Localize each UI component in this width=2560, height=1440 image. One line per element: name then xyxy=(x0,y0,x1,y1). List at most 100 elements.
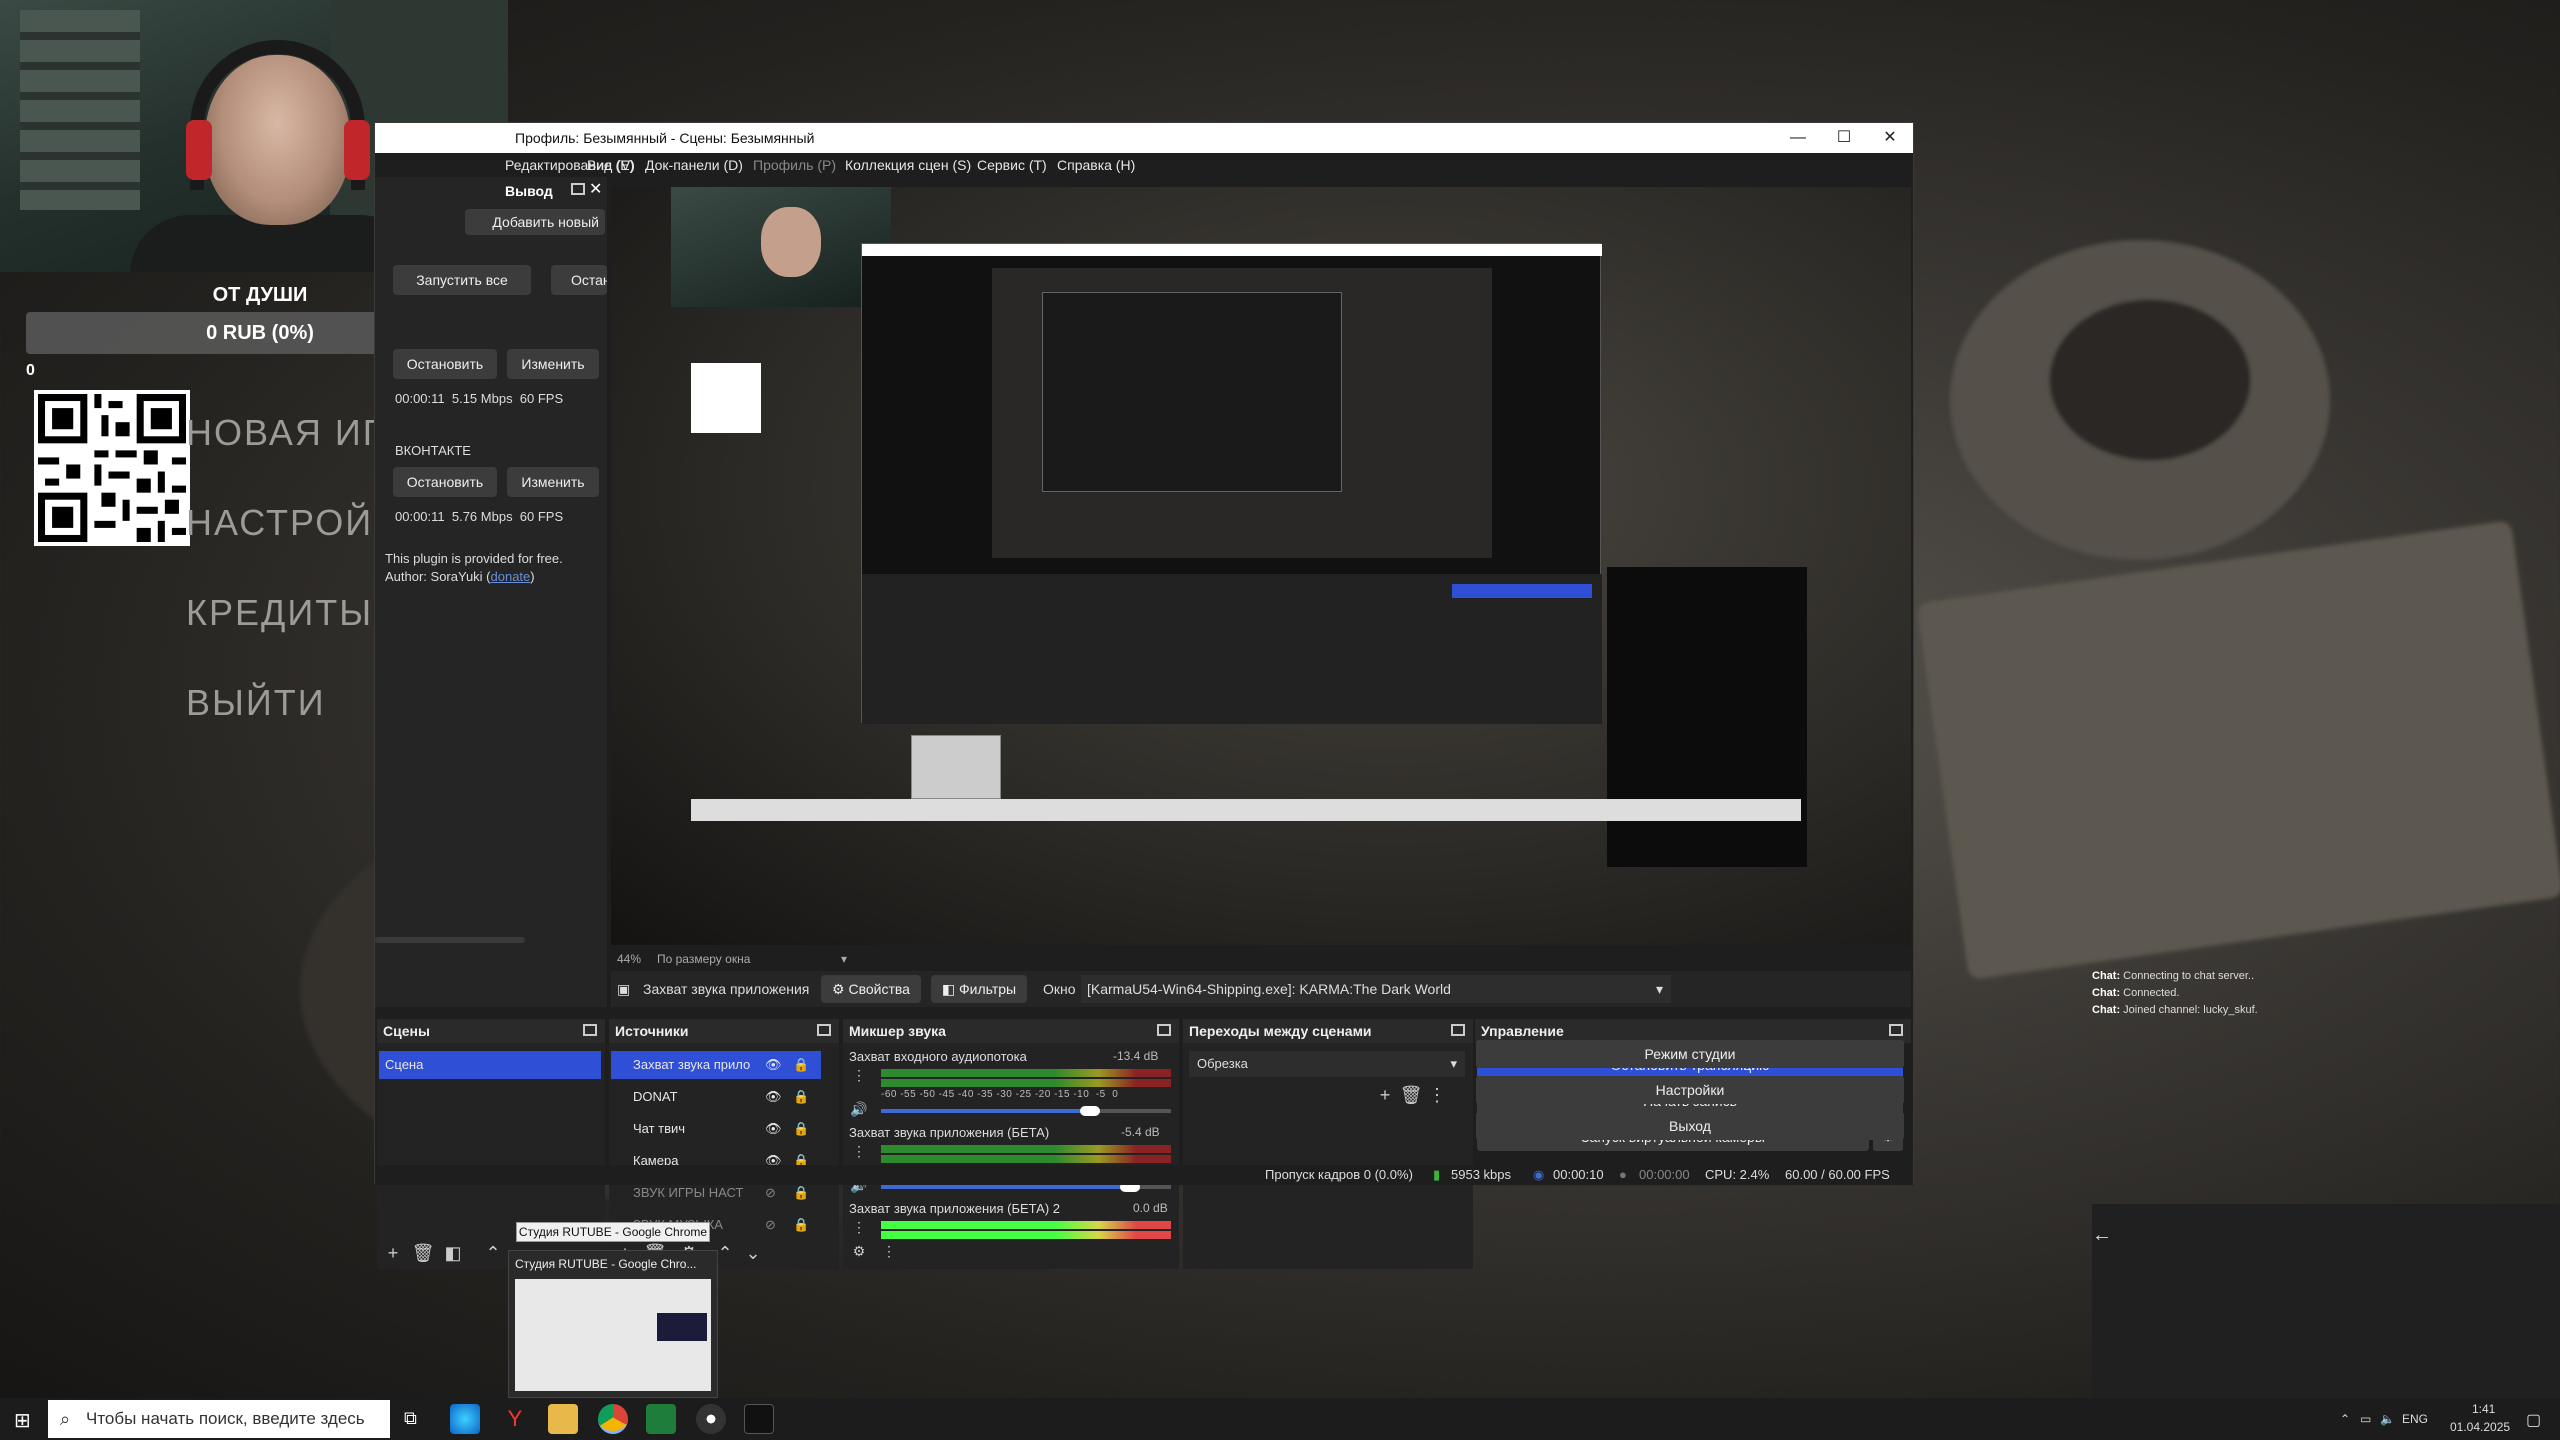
source-item-app-audio[interactable]: Захват звука прило 👁 🔒 xyxy=(611,1051,821,1079)
minimize-button[interactable]: — xyxy=(1775,123,1821,153)
preview-canvas[interactable] xyxy=(611,187,1911,945)
record-icon: ● xyxy=(1619,1167,1627,1182)
window-select[interactable]: [KarmaU54-Win64-Shipping.exe]: KARMA:The… xyxy=(1081,975,1671,1003)
close-dock-icon[interactable]: ✕ xyxy=(589,179,602,199)
float-dock-icon[interactable] xyxy=(1889,1024,1903,1036)
menu-tools[interactable]: Сервис (T) xyxy=(977,153,1047,177)
language-indicator[interactable]: ENG xyxy=(2402,1412,2428,1426)
selected-source-name: Захват звука приложения xyxy=(643,981,810,997)
preview-webcam xyxy=(671,187,891,307)
output1-edit-button[interactable]: Изменить xyxy=(507,349,599,379)
obs-icon[interactable] xyxy=(696,1404,726,1434)
chevron-up-icon[interactable]: ⌃ xyxy=(2340,1412,2350,1426)
stop-all-button[interactable]: Остановить все xyxy=(551,265,607,295)
trash-icon[interactable]: 🗑 xyxy=(411,1243,435,1264)
stream-time: 00:00:10 xyxy=(1553,1167,1604,1182)
chrome-thumbnail[interactable]: Студия RUTUBE - Google Chro... xyxy=(508,1250,718,1398)
chevron-down-icon: ▾ xyxy=(1450,1056,1457,1071)
menu-help[interactable]: Справка (H) xyxy=(1057,153,1135,177)
donate-link[interactable]: donate xyxy=(491,569,531,584)
float-dock-icon[interactable] xyxy=(1157,1024,1171,1036)
audio-mixer-dock: Микшер звука Захват входного аудиопотока… xyxy=(843,1019,1179,1269)
task-view-icon[interactable]: ⧉ xyxy=(404,1408,417,1429)
output-dock: Вывод ✕ Добавить новый вывод Запустить в… xyxy=(375,177,607,1007)
close-button[interactable]: ✕ xyxy=(1867,123,1913,153)
windows-start-icon[interactable]: ⊞ xyxy=(14,1408,31,1433)
eye-icon[interactable]: 👁 xyxy=(765,1083,782,1111)
zoom-percent: 44% xyxy=(617,952,642,966)
taskbar-search-input[interactable]: ⌕ Чтобы начать поиск, введите здесь запр… xyxy=(48,1400,390,1438)
fps-readout: 60.00 / 60.00 FPS xyxy=(1785,1167,1890,1182)
trash-icon[interactable]: 🗑 xyxy=(1399,1085,1423,1106)
record-time: 00:00:00 xyxy=(1639,1167,1690,1182)
search-icon: ⌕ xyxy=(60,1409,71,1429)
menu-docks[interactable]: Док-панели (D) xyxy=(645,153,743,177)
lock-icon[interactable]: 🔒 xyxy=(793,1211,809,1239)
chrome-icon[interactable] xyxy=(598,1404,628,1434)
lock-icon[interactable]: 🔒 xyxy=(793,1051,809,1079)
preview-taskbar xyxy=(691,799,1801,821)
move-down-icon[interactable]: ⌄ xyxy=(741,1243,765,1264)
filters-button[interactable]: ◧ Фильтры xyxy=(931,975,1027,1003)
kebab-menu-icon[interactable]: ⋮ xyxy=(877,1243,901,1260)
add-transition-icon[interactable]: + xyxy=(1373,1085,1397,1106)
kebab-menu-icon[interactable]: ⋮ xyxy=(1425,1085,1449,1106)
float-dock-icon[interactable] xyxy=(583,1024,597,1036)
volume-slider-fill xyxy=(881,1109,1090,1113)
exit-button[interactable]: Выход xyxy=(1476,1112,1904,1140)
zoom-mode-select[interactable]: По размеру окна xyxy=(657,949,750,969)
excel-icon[interactable] xyxy=(646,1404,676,1434)
game-menu-credits: КРЕДИТЫ xyxy=(186,592,374,633)
file-explorer-icon[interactable] xyxy=(548,1404,578,1434)
output2-edit-button[interactable]: Изменить xyxy=(507,467,599,497)
volume-icon[interactable]: 🔈 xyxy=(2380,1412,2395,1426)
menu-profile[interactable]: Профиль (P) xyxy=(753,153,836,177)
maximize-button[interactable]: ☐ xyxy=(1821,123,1867,153)
volume-meter xyxy=(881,1145,1171,1153)
kebab-menu-icon[interactable]: ⋮ xyxy=(847,1219,871,1236)
filters-icon[interactable]: ◧ xyxy=(441,1243,465,1264)
speaker-icon[interactable]: 🔊 xyxy=(847,1101,871,1118)
cpu-usage: CPU: 2.4% xyxy=(1705,1167,1770,1182)
settings-button[interactable]: Настройки xyxy=(1476,1076,1904,1104)
float-dock-icon[interactable] xyxy=(571,183,585,195)
add-scene-icon[interactable]: + xyxy=(381,1243,405,1264)
source-item-twitch-chat[interactable]: Чат твич 👁 🔒 xyxy=(611,1115,821,1143)
float-dock-icon[interactable] xyxy=(1451,1024,1465,1036)
notification-icon[interactable]: ▢ xyxy=(2526,1410,2541,1430)
volume-slider-knob[interactable] xyxy=(1079,1106,1100,1116)
output1-stats: 00:00:11 5.15 Mbps 60 FPS xyxy=(395,391,564,406)
output2-stop-button[interactable]: Остановить xyxy=(393,467,497,497)
transitions-title: Переходы между сценами xyxy=(1189,1023,1372,1039)
chevron-down-icon[interactable]: ▾ xyxy=(841,949,847,969)
lock-icon[interactable]: 🔒 xyxy=(793,1083,809,1111)
add-new-output-button[interactable]: Добавить новый вывод xyxy=(465,209,605,235)
menu-scene-collection[interactable]: Коллекция сцен (S) xyxy=(845,153,971,177)
kebab-menu-icon[interactable]: ⋮ xyxy=(847,1067,871,1084)
volume-meter xyxy=(881,1155,1171,1163)
edge-icon[interactable] xyxy=(450,1404,480,1434)
properties-button[interactable]: ⚙ Свойства xyxy=(821,975,921,1003)
clock-date[interactable]: 01.04.2025 xyxy=(2450,1420,2510,1434)
clock-time[interactable]: 1:41 xyxy=(2472,1402,2495,1416)
output-dock-scrollbar[interactable] xyxy=(375,937,525,943)
yandex-icon[interactable]: Y xyxy=(500,1404,530,1434)
eye-icon[interactable]: 👁 xyxy=(765,1051,782,1079)
menu-view[interactable]: Вид (V) xyxy=(587,153,635,177)
transition-select[interactable]: Обрезка ▾ xyxy=(1189,1051,1465,1077)
network-icon[interactable]: ▭ xyxy=(2360,1412,2371,1426)
source-item-donat[interactable]: DONAT 👁 🔒 xyxy=(611,1083,821,1111)
studio-mode-button[interactable]: Режим студии xyxy=(1476,1040,1904,1068)
float-dock-icon[interactable] xyxy=(817,1024,831,1036)
lock-icon[interactable]: 🔒 xyxy=(793,1115,809,1143)
output1-stop-button[interactable]: Остановить xyxy=(393,349,497,379)
move-up-icon[interactable]: ⌃ xyxy=(481,1243,505,1264)
back-arrow-icon[interactable]: ← xyxy=(2092,1224,2112,1247)
eye-icon[interactable]: 👁 xyxy=(765,1115,782,1143)
start-all-button[interactable]: Запустить все xyxy=(393,265,531,295)
game-icon[interactable] xyxy=(744,1404,774,1434)
eye-hidden-icon[interactable]: ⊘ xyxy=(765,1211,776,1239)
scene-item[interactable]: Сцена xyxy=(379,1051,601,1079)
advanced-audio-icon[interactable]: ⚙ xyxy=(847,1243,871,1260)
kebab-menu-icon[interactable]: ⋮ xyxy=(847,1143,871,1160)
